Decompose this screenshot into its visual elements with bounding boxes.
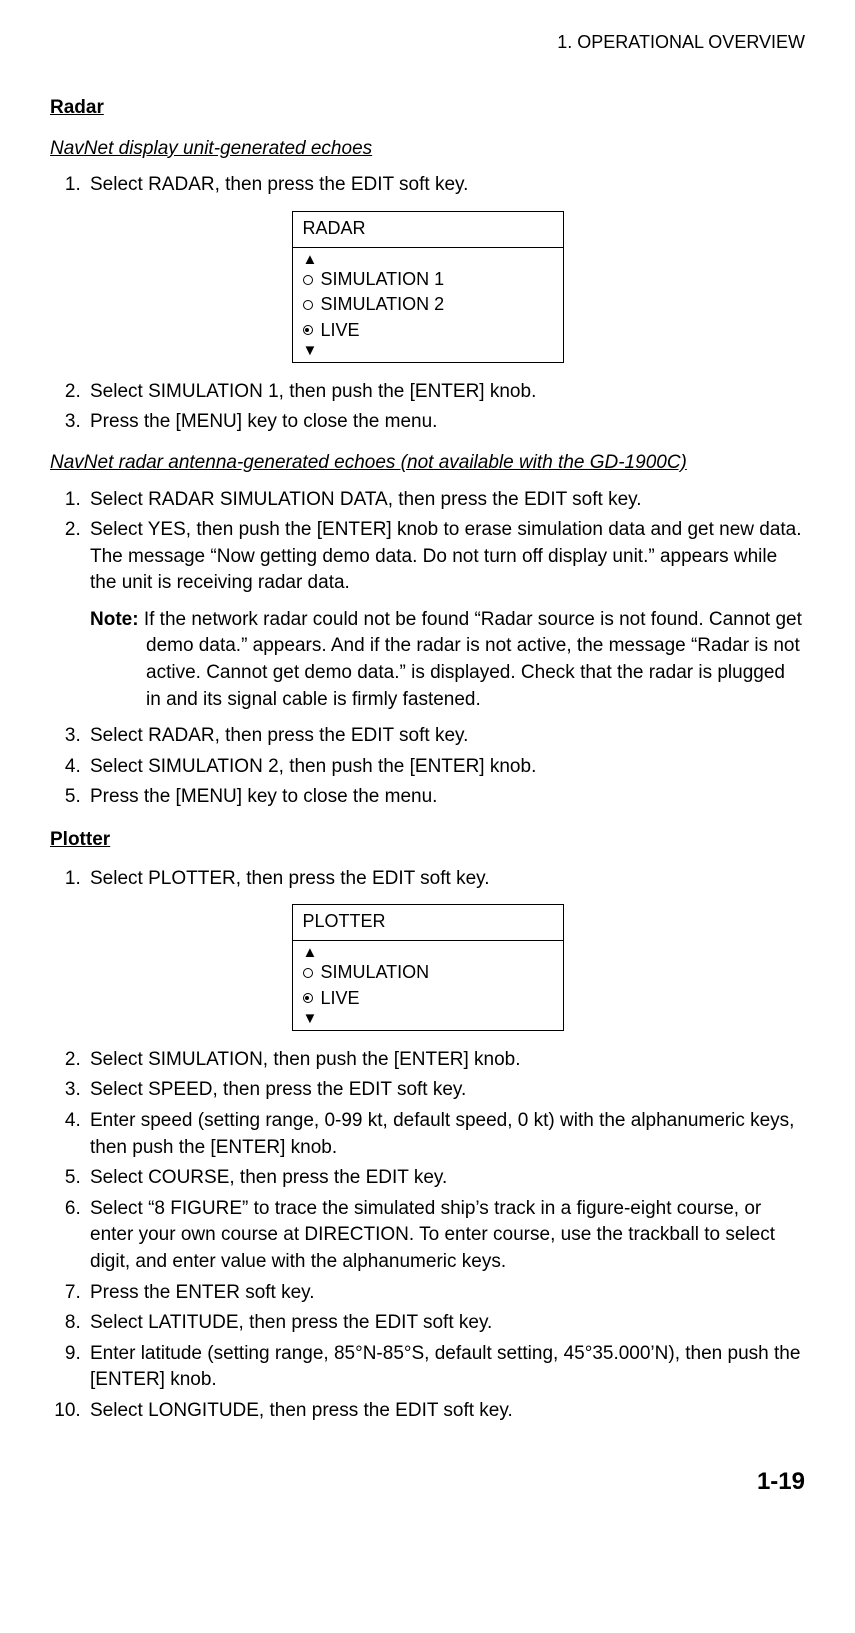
radar-steps-2b: Select RADAR, then press the EDIT soft k… [50, 723, 805, 811]
plotter-menu-box: PLOTTER ▲ SIMULATION LIVE ▼ [292, 904, 564, 1031]
note-block: Note: If the network radar could not be … [90, 607, 805, 713]
plotter-steps-2: Select SIMULATION, then push the [ENTER]… [50, 1047, 805, 1425]
menu-option: LIVE [303, 986, 553, 1011]
radar-steps-1b: Select SIMULATION 1, then push the [ENTE… [50, 379, 805, 436]
list-item: Select “8 FIGURE” to trace the simulated… [86, 1196, 805, 1276]
menu-option-label: SIMULATION [321, 960, 430, 985]
radar-steps-1: Select RADAR, then press the EDIT soft k… [50, 172, 805, 199]
running-header: 1. OPERATIONAL OVERVIEW [50, 30, 805, 55]
up-arrow-icon: ▲ [303, 945, 553, 960]
menu-option: SIMULATION 1 [303, 267, 553, 292]
list-item: Select RADAR, then press the EDIT soft k… [86, 172, 805, 199]
down-arrow-icon: ▼ [303, 1011, 553, 1026]
radar-heading: Radar [50, 95, 805, 122]
menu-option: SIMULATION [303, 960, 553, 985]
menu-option-label: LIVE [321, 986, 360, 1011]
note-label: Note: [90, 609, 139, 630]
list-item: Select SIMULATION 2, then push the [ENTE… [86, 754, 805, 781]
radio-unselected-icon [303, 300, 313, 310]
menu-option: LIVE [303, 318, 553, 343]
menu-body: ▲ SIMULATION LIVE ▼ [293, 941, 563, 1029]
menu-title: PLOTTER [293, 905, 563, 941]
plotter-steps-1: Select PLOTTER, then press the EDIT soft… [50, 866, 805, 893]
list-item: Select SIMULATION, then push the [ENTER]… [86, 1047, 805, 1074]
menu-option: SIMULATION 2 [303, 292, 553, 317]
menu-option-label: SIMULATION 1 [321, 267, 445, 292]
radio-unselected-icon [303, 968, 313, 978]
list-item: Select SPEED, then press the EDIT soft k… [86, 1077, 805, 1104]
list-item: Select RADAR SIMULATION DATA, then press… [86, 487, 805, 514]
radio-unselected-icon [303, 275, 313, 285]
list-item: Select YES, then push the [ENTER] knob t… [86, 517, 805, 597]
down-arrow-icon: ▼ [303, 343, 553, 358]
menu-title: RADAR [293, 212, 563, 248]
list-item: Press the ENTER soft key. [86, 1280, 805, 1307]
list-item: Select PLOTTER, then press the EDIT soft… [86, 866, 805, 893]
list-item: Select COURSE, then press the EDIT key. [86, 1165, 805, 1192]
radio-selected-icon [303, 325, 313, 335]
up-arrow-icon: ▲ [303, 252, 553, 267]
note-text: If the network radar could not be found … [139, 609, 802, 710]
list-item: Select LONGITUDE, then press the EDIT so… [86, 1398, 805, 1425]
radar-subheading-2: NavNet radar antenna-generated echoes (n… [50, 450, 805, 477]
list-item: Select LATITUDE, then press the EDIT sof… [86, 1310, 805, 1337]
plotter-heading: Plotter [50, 827, 805, 854]
list-item: Select SIMULATION 1, then push the [ENTE… [86, 379, 805, 406]
list-item: Enter speed (setting range, 0-99 kt, def… [86, 1108, 805, 1161]
page: 1. OPERATIONAL OVERVIEW Radar NavNet dis… [0, 0, 855, 1528]
radio-selected-icon [303, 993, 313, 1003]
radar-menu-box: RADAR ▲ SIMULATION 1 SIMULATION 2 LIVE ▼ [292, 211, 564, 363]
menu-option-label: LIVE [321, 318, 360, 343]
menu-body: ▲ SIMULATION 1 SIMULATION 2 LIVE ▼ [293, 248, 563, 362]
list-item: Press the [MENU] key to close the menu. [86, 409, 805, 436]
radar-steps-2a: Select RADAR SIMULATION DATA, then press… [50, 487, 805, 597]
page-number: 1-19 [50, 1465, 805, 1499]
list-item: Select RADAR, then press the EDIT soft k… [86, 723, 805, 750]
radar-subheading-1: NavNet display unit-generated echoes [50, 136, 805, 163]
list-item: Press the [MENU] key to close the menu. [86, 784, 805, 811]
menu-option-label: SIMULATION 2 [321, 292, 445, 317]
list-item: Enter latitude (setting range, 85°N-85°S… [86, 1341, 805, 1394]
